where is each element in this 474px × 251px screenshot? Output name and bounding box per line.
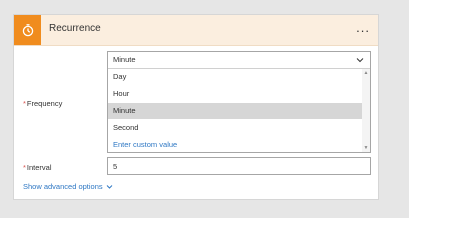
option-hour[interactable]: Hour	[108, 86, 362, 102]
interval-label-text: Interval	[26, 163, 52, 172]
show-advanced-options-link[interactable]: Show advanced options	[23, 182, 113, 191]
scroll-down-icon[interactable]: ▼	[363, 145, 369, 151]
frequency-dropdown[interactable]: Minute Day Hour Minute Second Enter cust…	[107, 51, 371, 153]
recurrence-card: Recurrence ... *Frequency Minute Day Hou…	[13, 14, 379, 200]
option-enter-custom-value[interactable]: Enter custom value	[108, 137, 362, 153]
card-header[interactable]: Recurrence ...	[14, 15, 378, 46]
required-asterisk: *	[23, 99, 26, 108]
option-second[interactable]: Second	[108, 120, 362, 136]
frequency-label: *Frequency	[23, 99, 62, 108]
scroll-up-icon[interactable]: ▲	[363, 70, 369, 76]
card-title: Recurrence	[49, 23, 101, 34]
show-advanced-options-label: Show advanced options	[23, 182, 103, 191]
frequency-select[interactable]: Minute	[108, 52, 370, 69]
chevron-down-icon	[106, 184, 112, 189]
required-asterisk: *	[23, 163, 26, 172]
chevron-down-icon[interactable]	[356, 56, 364, 64]
option-minute[interactable]: Minute	[108, 103, 362, 119]
interval-input[interactable]	[107, 157, 371, 175]
frequency-selected-value: Minute	[113, 55, 136, 64]
frequency-options-list: Day Hour Minute Second Enter custom valu…	[108, 69, 362, 153]
options-scrollbar[interactable]: ▲ ▼	[362, 69, 370, 152]
interval-label: *Interval	[23, 163, 52, 172]
option-day[interactable]: Day	[108, 69, 362, 85]
more-options-icon[interactable]: ...	[356, 21, 370, 35]
designer-canvas: Recurrence ... *Frequency Minute Day Hou…	[0, 0, 409, 218]
frequency-label-text: Frequency	[26, 99, 63, 108]
stopwatch-icon	[14, 15, 41, 45]
